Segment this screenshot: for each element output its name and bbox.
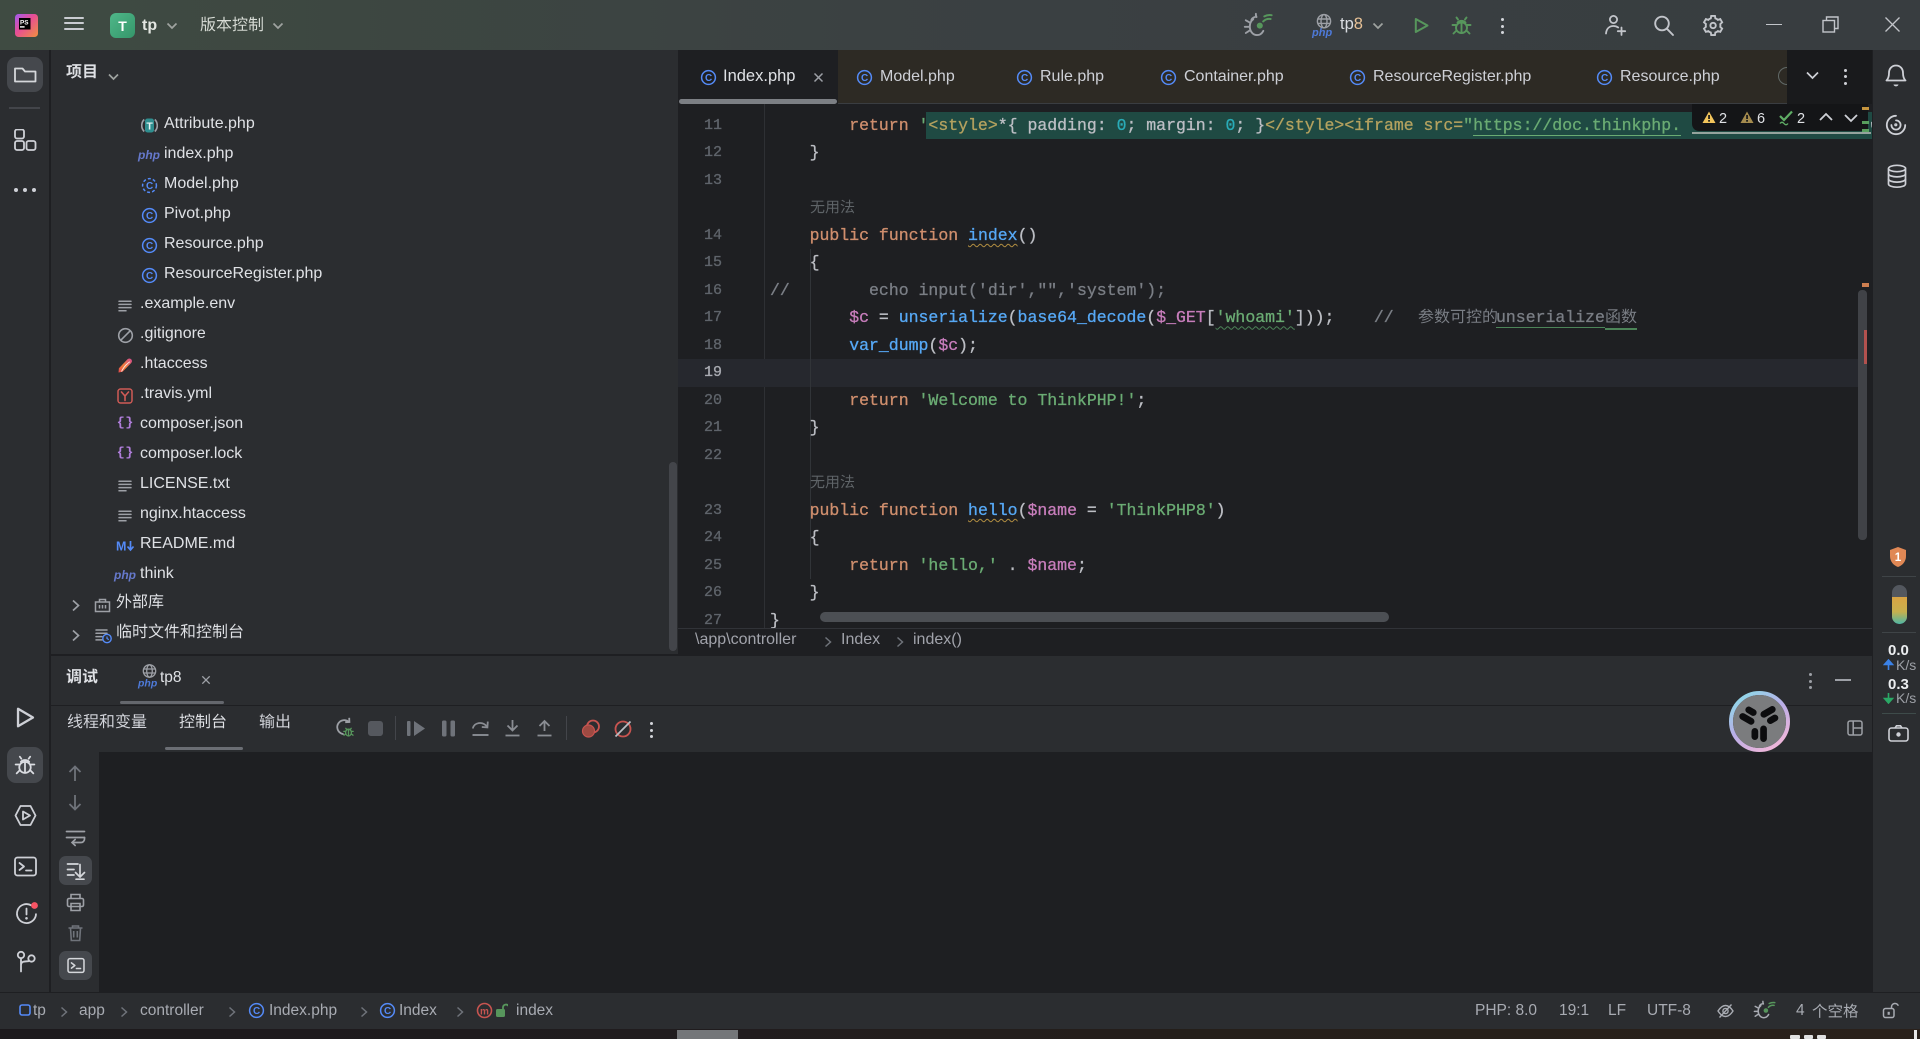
- svg-text:C: C: [146, 271, 153, 282]
- svg-text:2: 2: [1797, 111, 1805, 126]
- svg-text:1: 1: [1895, 552, 1902, 564]
- svg-text:C: C: [1354, 73, 1361, 84]
- svg-text:C: C: [146, 241, 153, 252]
- svg-text:php: php: [1311, 27, 1332, 38]
- svg-text:6: 6: [1757, 111, 1765, 126]
- svg-text:php: php: [137, 678, 158, 690]
- svg-text:M: M: [116, 539, 126, 553]
- svg-text:C: C: [1021, 73, 1028, 84]
- svg-text:T: T: [118, 18, 127, 34]
- svg-text:C: C: [253, 1006, 260, 1017]
- svg-text:PS: PS: [20, 20, 29, 27]
- svg-text:m: m: [480, 1006, 489, 1017]
- svg-text:C: C: [146, 181, 153, 192]
- svg-text:C: C: [861, 73, 868, 84]
- svg-text:C: C: [1601, 73, 1608, 84]
- svg-text:C: C: [705, 73, 712, 84]
- svg-text:C: C: [384, 1006, 391, 1017]
- svg-text:T: T: [146, 120, 153, 132]
- svg-text:C: C: [1165, 73, 1172, 84]
- svg-text:2: 2: [1719, 111, 1727, 126]
- svg-text:C: C: [146, 211, 153, 222]
